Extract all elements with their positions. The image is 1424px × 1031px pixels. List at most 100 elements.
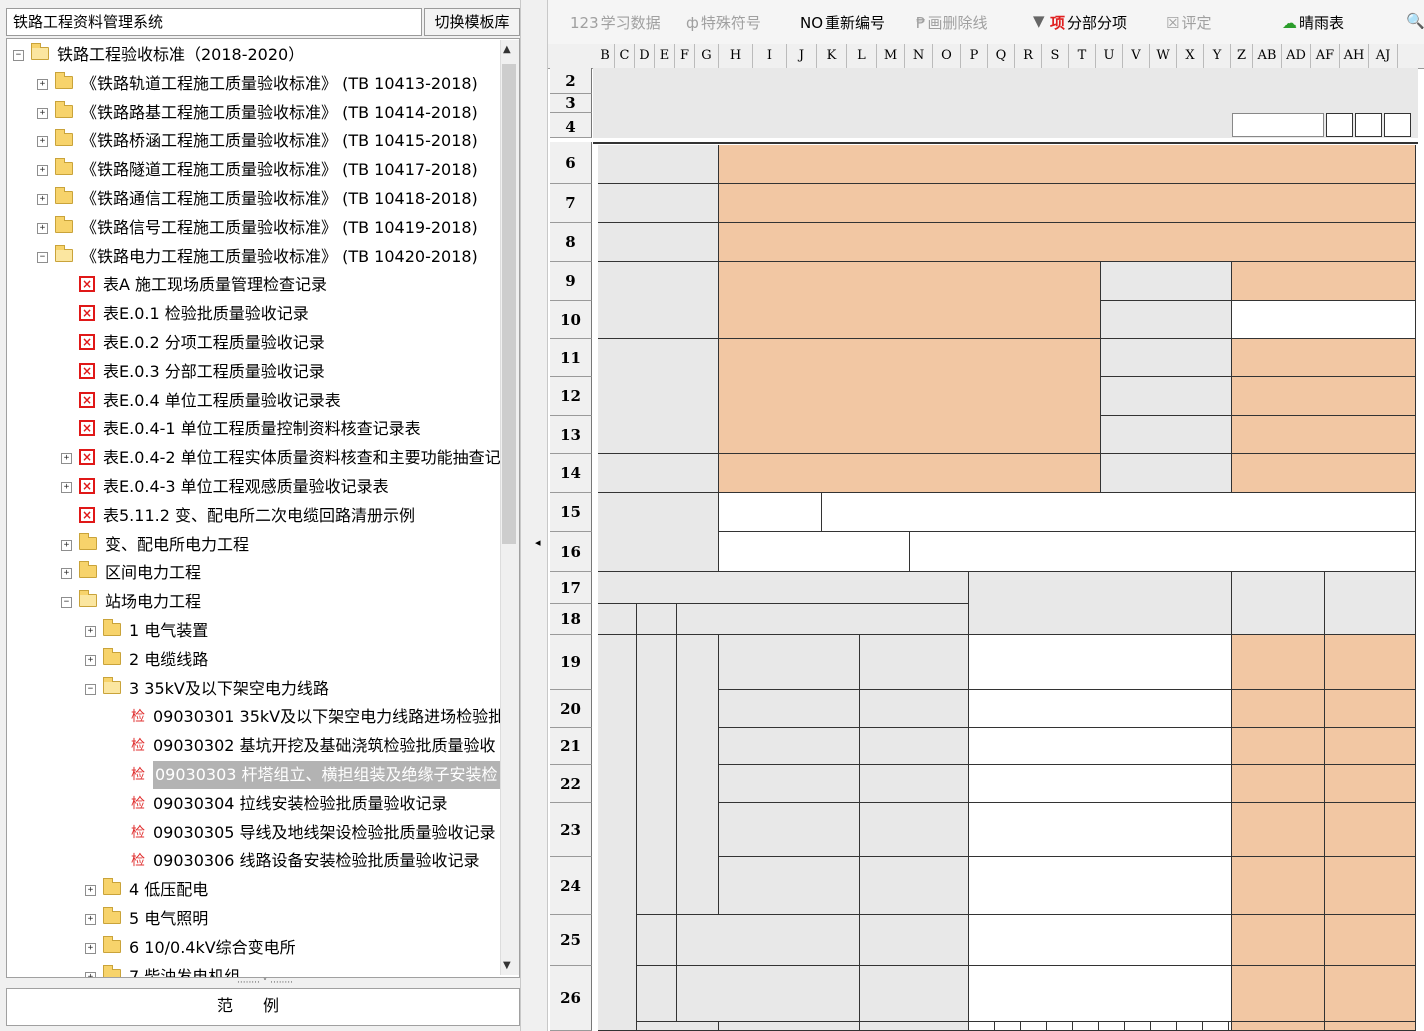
tree-node[interactable]: + × 表E.0.4-3 单位工程观感质量验收记录表 (7, 473, 517, 501)
tree-expander-icon[interactable]: − (13, 50, 24, 61)
row-number[interactable]: 20 (550, 690, 592, 728)
tree-node[interactable]: + 《铁路路基工程施工质量验收标准》 (TB 10414-2018) (7, 99, 517, 127)
record-field[interactable] (969, 690, 1232, 728)
record-field[interactable] (969, 635, 1232, 690)
self-check-field[interactable] (1232, 803, 1325, 857)
tree-node[interactable]: + 《铁路隧道工程施工质量验收标准》 (TB 10417-2018) (7, 156, 517, 184)
record-field[interactable] (969, 915, 1232, 966)
tree-node[interactable]: +2 电缆线路 (7, 646, 517, 674)
tree-expander-icon[interactable]: + (37, 165, 48, 177)
grid-cell[interactable] (1125, 1022, 1151, 1031)
record-field[interactable] (969, 803, 1232, 857)
supervisor-check-field[interactable] (1325, 803, 1416, 857)
tree-node[interactable]: × 表A 施工现场质量管理检查记录 (7, 271, 517, 299)
column-letter[interactable]: R (1015, 44, 1042, 68)
dropdown-arrow-icon[interactable]: ▼ (1033, 12, 1045, 30)
column-letter[interactable]: M (877, 44, 905, 68)
tree-node[interactable]: × 表E.0.2 分项工程质量验收记录 (7, 329, 517, 357)
grid-cell[interactable] (1151, 1022, 1177, 1031)
tree-expander-icon[interactable]: + (37, 107, 48, 119)
toolbar-button-3[interactable]: NO 重新编号 (800, 12, 885, 33)
grid-cell[interactable] (1021, 1022, 1047, 1031)
self-check-field[interactable] (1232, 966, 1325, 1022)
column-letter[interactable]: C (615, 44, 635, 68)
switch-template-button[interactable]: 切换模板库 (424, 8, 520, 36)
record-field[interactable] (969, 857, 1232, 915)
grid-cell[interactable] (1203, 1022, 1229, 1031)
tree-expander-icon[interactable]: + (61, 568, 72, 580)
column-letter[interactable]: AJ (1369, 44, 1398, 68)
row-number[interactable]: 18 (550, 604, 592, 635)
row-number[interactable]: 7 (550, 184, 592, 223)
supervisor-check-field[interactable] (1325, 635, 1416, 690)
supervisor-check-field[interactable] (1325, 690, 1416, 728)
column-letter[interactable]: I (753, 44, 787, 68)
tree-expander-icon[interactable]: + (61, 453, 72, 465)
tree-expander-icon[interactable]: + (85, 885, 96, 897)
tree-expander-icon[interactable]: + (85, 914, 96, 925)
grid-cell[interactable] (1177, 1022, 1203, 1031)
self-check-field[interactable] (1232, 728, 1325, 765)
column-letter[interactable]: U (1096, 44, 1123, 68)
legend-button[interactable]: 范例 (6, 988, 520, 1026)
self-check-field[interactable] (1232, 1022, 1325, 1031)
tree-node[interactable]: × 表E.0.4 单位工程质量验收记录表 (7, 387, 517, 415)
tree-expander-icon[interactable]: + (37, 222, 48, 234)
tree-expander-icon[interactable]: + (85, 626, 96, 637)
tree-node[interactable]: × 表E.0.1 检验批质量验收记录 (7, 300, 517, 328)
tree-node[interactable]: + 《铁路轨道工程施工质量验收标准》 (TB 10413-2018) (7, 70, 517, 98)
tree-expander-icon[interactable]: − (61, 597, 72, 609)
supervisor-check-field[interactable] (1325, 1022, 1416, 1031)
tree-node[interactable]: +7 柴油发电机组 (7, 963, 517, 977)
toolbar-button-5[interactable]: 项分部分项 (1050, 12, 1127, 33)
tree-node[interactable]: +5 电气照明 (7, 905, 517, 933)
self-check-field[interactable] (1232, 857, 1325, 915)
tree-node[interactable]: + 《铁路信号工程施工质量验收标准》 (TB 10419-2018) (7, 214, 517, 242)
tree-node[interactable]: 检 09030305 导线及地线架设检验批质量验收记录 (7, 819, 517, 847)
supervisor-check-field[interactable] (1325, 857, 1416, 915)
row-number[interactable]: 4 (550, 113, 592, 138)
quality-manager-field[interactable] (1232, 416, 1416, 454)
column-letter[interactable]: AH (1340, 44, 1369, 68)
panel-resize-handle[interactable]: ········ ˅ ········ (165, 978, 365, 988)
row-number[interactable]: 19 (550, 635, 592, 690)
grid-cell[interactable] (995, 1022, 1021, 1031)
tree-node[interactable]: − 3 35kV及以下架空电力线路 (7, 675, 517, 703)
column-letter[interactable]: E (655, 44, 675, 68)
self-check-field[interactable] (1232, 915, 1325, 966)
column-letter[interactable]: W (1150, 44, 1177, 68)
tree-node[interactable]: 检 09030303 杆塔组立、横担组装及绝缘子安装检 (7, 761, 517, 789)
row-number[interactable]: 11 (550, 339, 592, 377)
tree-node[interactable]: + 《铁路桥涵工程施工质量验收标准》 (TB 10415-2018) (7, 127, 517, 155)
inspection-part-field[interactable] (1232, 262, 1416, 301)
project-name-field[interactable] (719, 145, 1416, 184)
collapse-panel-icon[interactable]: ◂ (535, 536, 541, 549)
toolbar-button-6[interactable]: ☒ 评定 (1166, 12, 1211, 33)
tree-expander-icon[interactable]: + (37, 194, 48, 205)
row-number[interactable]: 26 (550, 966, 592, 1031)
panel-splitter[interactable] (520, 0, 548, 1031)
column-letter[interactable]: AD (1282, 44, 1311, 68)
tree-node[interactable]: +6 10/0.4kV综合变电所 (7, 934, 517, 962)
tree-scrollbar-thumb[interactable] (502, 64, 516, 544)
column-letter[interactable]: D (635, 44, 655, 68)
tech-manager-field[interactable] (1232, 377, 1416, 416)
column-letter[interactable]: X (1177, 44, 1204, 68)
tree-node[interactable]: + 变、配电所电力工程 (7, 531, 517, 559)
column-letter[interactable]: N (905, 44, 933, 68)
grid-cell[interactable] (969, 1022, 995, 1031)
unit-project-field[interactable] (719, 184, 1416, 223)
self-check-field[interactable] (1232, 635, 1325, 690)
tree-node[interactable]: × 表E.0.3 分部工程质量验收记录 (7, 358, 517, 386)
grid-cell[interactable] (1047, 1022, 1073, 1031)
tree-expander-icon[interactable]: − (85, 683, 96, 695)
toolbar-button-1[interactable]: 123 学习数据 (570, 12, 661, 33)
supervisor-check-field[interactable] (1325, 966, 1416, 1022)
search-icon[interactable]: 🔍 (1406, 12, 1424, 30)
column-letter[interactable]: Z (1231, 44, 1253, 68)
row-number[interactable]: 10 (550, 301, 592, 339)
row-number[interactable]: 13 (550, 416, 592, 454)
row-number[interactable]: 3 (550, 94, 592, 113)
row-number[interactable]: 8 (550, 223, 592, 262)
toolbar-button-4[interactable]: ₱ 画删除线 (916, 12, 988, 33)
